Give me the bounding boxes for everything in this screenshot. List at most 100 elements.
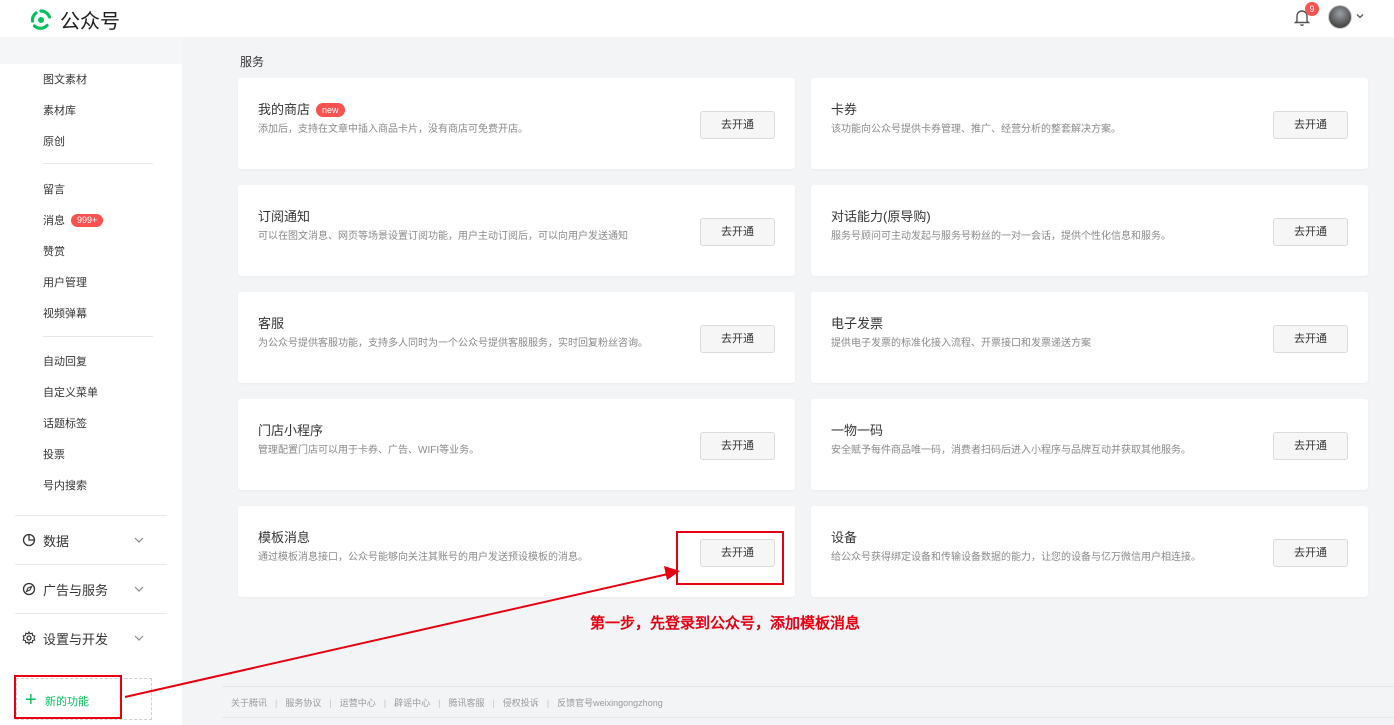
- card-description: 添加后，支持在文章中插入商品卡片，没有商店可免费开店。: [258, 124, 528, 135]
- service-card-customer-service: 客服 为公众号提供客服功能，支持多人同时为一个公众号提供客服服务，实时回复粉丝咨…: [238, 292, 795, 383]
- sidebar-item-label: 消息: [43, 215, 65, 227]
- sidebar-item-voting[interactable]: 投票: [43, 446, 65, 462]
- activate-button[interactable]: 去开通: [700, 325, 775, 353]
- card-title: 我的商店 new: [258, 99, 345, 118]
- card-title: 对话能力(原导购): [831, 209, 931, 224]
- logo[interactable]: 公众号: [30, 5, 120, 34]
- sidebar-item-auto-reply[interactable]: 自动回复: [43, 353, 87, 369]
- footer-separator: |: [383, 697, 387, 708]
- activate-button[interactable]: 去开通: [700, 432, 775, 460]
- activate-button[interactable]: 去开通: [1273, 111, 1348, 139]
- service-card-coupons: 卡券 该功能向公众号提供卡券管理、推广、经营分析的整套解决方案。 去开通: [811, 78, 1368, 169]
- service-card-one-item-one-code: 一物一码 安全赋予每件商品唯一码，消费者扫码后进入小程序与品牌互动并获取其他服务…: [811, 399, 1368, 490]
- sidebar-item-material-library[interactable]: 素材库: [43, 102, 76, 118]
- sidebar-group-label: 广告与服务: [43, 582, 109, 598]
- footer-link-feedback[interactable]: 反馈官号weixingongzhong: [557, 696, 663, 709]
- new-feature-button[interactable]: + 新的功能: [16, 678, 152, 720]
- notification-badge: 9: [1305, 2, 1319, 16]
- sidebar-item-in-account-search[interactable]: 号内搜索: [43, 477, 87, 493]
- service-card-template-message: 模板消息 通过模板消息接口，公众号能够向关注其账号的用户发送预设模板的消息。 去…: [238, 506, 795, 597]
- sidebar-item-article-materials[interactable]: 图文素材: [43, 71, 87, 87]
- sidebar-item-custom-menu[interactable]: 自定义菜单: [43, 384, 98, 400]
- footer-link-terms[interactable]: 服务协议: [285, 696, 321, 709]
- sidebar-item-messages[interactable]: 消息 999+: [43, 212, 104, 228]
- sidebar-item-comments[interactable]: 留言: [43, 181, 65, 197]
- sidebar-group-label: 设置与开发: [43, 631, 109, 647]
- card-title: 卡券: [831, 102, 858, 117]
- sidebar-header-strip: [0, 37, 182, 64]
- footer-separator: |: [329, 697, 332, 708]
- activate-button[interactable]: 去开通: [1273, 432, 1348, 460]
- sidebar-item-topic-tags[interactable]: 话题标签: [43, 415, 87, 431]
- message-count-badge: 999+: [71, 214, 104, 227]
- avatar[interactable]: [1328, 5, 1352, 29]
- card-description: 该功能向公众号提供卡券管理、推广、经营分析的整套解决方案。: [831, 124, 1121, 135]
- sidebar-divider: [43, 336, 153, 337]
- chevron-down-icon: [134, 635, 144, 641]
- card-description: 安全赋予每件商品唯一码，消费者扫码后进入小程序与品牌互动并获取其他服务。: [831, 445, 1191, 456]
- chevron-down-icon: [134, 537, 144, 543]
- card-description: 服务号顾问可主动发起与服务号粉丝的一对一会话，提供个性化信息和服务。: [831, 231, 1171, 242]
- card-title: 一物一码: [831, 423, 884, 438]
- activate-button[interactable]: 去开通: [700, 111, 775, 139]
- activate-button[interactable]: 去开通: [1273, 325, 1348, 353]
- app-title: 公众号: [60, 11, 120, 33]
- footer-divider: [222, 686, 1394, 687]
- footer-separator: |: [546, 697, 550, 708]
- footer-separator: |: [492, 697, 495, 708]
- service-card-e-invoice: 电子发票 提供电子发票的标准化接入流程、开票接口和发票递送方案 去开通: [811, 292, 1368, 383]
- sidebar-item-original[interactable]: 原创: [43, 133, 65, 149]
- footer-link-support[interactable]: 腾讯客服: [448, 696, 484, 709]
- footer-separator: |: [438, 697, 441, 708]
- new-badge: new: [316, 103, 345, 117]
- service-card-store-mini-program: 门店小程序 管理配置门店可以用于卡券、广告、WIFI等业务。 去开通: [238, 399, 795, 490]
- activate-button[interactable]: 去开通: [1273, 539, 1348, 567]
- footer: 关于腾讯 | 服务协议 | 运营中心 | 辟谣中心 | 腾讯客服 | 侵权投诉 | 反馈官号…: [231, 696, 663, 709]
- sidebar-divider: [43, 163, 153, 164]
- activate-button[interactable]: 去开通: [1273, 218, 1348, 246]
- service-card-conversation: 对话能力(原导购) 服务号顾问可主动发起与服务号粉丝的一对一会话，提供个性化信息…: [811, 185, 1368, 276]
- footer-link-infringement[interactable]: 侵权投诉: [503, 696, 539, 709]
- plus-icon: +: [25, 689, 37, 711]
- pie-chart-icon: [22, 533, 36, 547]
- card-title: 设备: [831, 530, 858, 545]
- card-description: 给公众号获得绑定设备和传输设备数据的能力，让您的设备与亿万微信用户相连接。: [831, 552, 1201, 563]
- card-title-text: 我的商店: [258, 102, 311, 117]
- service-card-subscribe-notice: 订阅通知 可以在图文消息、网页等场景设置订阅功能，用户主动订阅后，可以向用户发送…: [238, 185, 795, 276]
- service-card-devices: 设备 给公众号获得绑定设备和传输设备数据的能力，让您的设备与亿万微信用户相连接。…: [811, 506, 1368, 597]
- card-title: 门店小程序: [258, 423, 324, 438]
- gear-icon: [22, 631, 36, 645]
- sidebar-group-label: 数据: [43, 533, 70, 549]
- card-title: 客服: [258, 316, 285, 331]
- card-title: 模板消息: [258, 530, 311, 545]
- chevron-down-icon: [134, 586, 144, 592]
- section-title: 服务: [240, 55, 265, 69]
- footer-bottom-divider: [222, 717, 1394, 718]
- card-title: 订阅通知: [258, 209, 311, 224]
- new-feature-label: 新的功能: [45, 696, 89, 708]
- chevron-down-icon[interactable]: [1355, 11, 1365, 21]
- card-description: 可以在图文消息、网页等场景设置订阅功能，用户主动订阅后，可以向用户发送通知: [258, 231, 628, 242]
- top-bar: 公众号 9: [0, 0, 1394, 37]
- activate-button[interactable]: 去开通: [700, 218, 775, 246]
- card-title: 电子发票: [831, 316, 884, 331]
- annotation-text: 第一步，先登录到公众号，添加模板消息: [590, 615, 861, 632]
- footer-separator: |: [275, 697, 278, 708]
- sidebar-item-rewards[interactable]: 赞赏: [43, 243, 65, 259]
- wechat-mp-logo-icon: [30, 8, 52, 30]
- card-description: 通过模板消息接口，公众号能够向关注其账号的用户发送预设模板的消息。: [258, 552, 588, 563]
- sidebar-item-user-management[interactable]: 用户管理: [43, 274, 87, 290]
- compass-icon: [22, 582, 36, 596]
- sidebar-group-ads-services[interactable]: 广告与服务: [0, 565, 182, 613]
- sidebar-item-video-danmaku[interactable]: 视频弹幕: [43, 305, 87, 321]
- sidebar-group-settings-dev[interactable]: 设置与开发: [0, 614, 182, 662]
- card-description: 管理配置门店可以用于卡券、广告、WIFI等业务。: [258, 445, 480, 456]
- sidebar-group-data[interactable]: 数据: [0, 516, 182, 564]
- card-description: 提供电子发票的标准化接入流程、开票接口和发票递送方案: [831, 338, 1091, 349]
- service-card-my-store: 我的商店 new 添加后，支持在文章中插入商品卡片，没有商店可免费开店。 去开通: [238, 78, 795, 169]
- card-description: 为公众号提供客服功能，支持多人同时为一个公众号提供客服服务，实时回复粉丝咨询。: [258, 338, 648, 349]
- footer-link-about[interactable]: 关于腾讯: [231, 696, 267, 709]
- activate-button[interactable]: 去开通: [700, 539, 775, 567]
- footer-link-operations[interactable]: 运营中心: [340, 696, 376, 709]
- footer-link-rumor-center[interactable]: 辟谣中心: [394, 696, 430, 709]
